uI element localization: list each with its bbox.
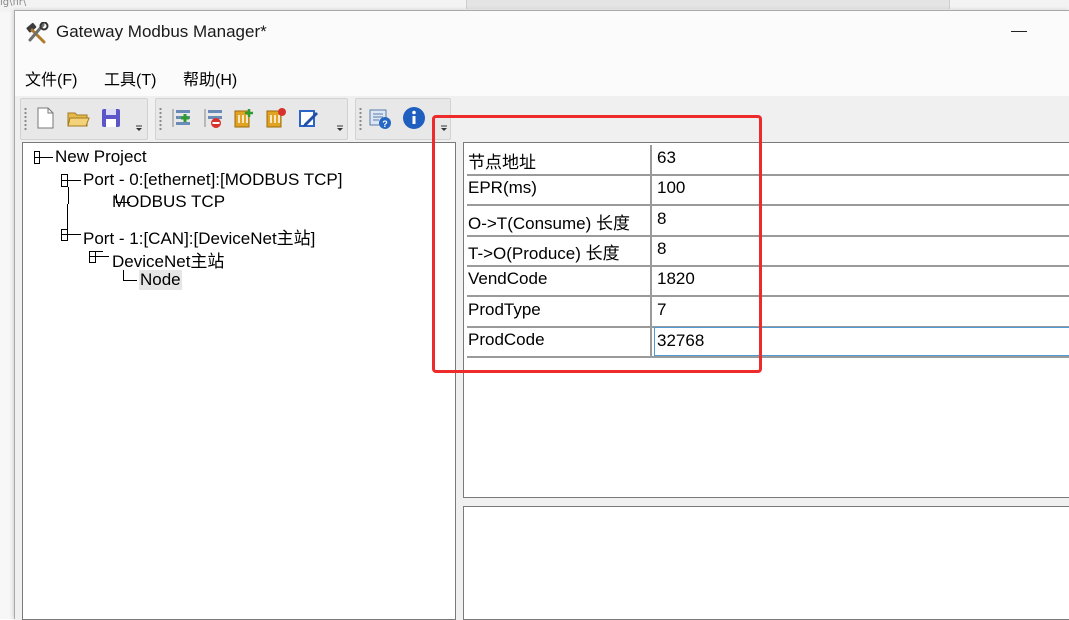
add-device-icon [234, 109, 253, 128]
toolbar-overflow-icon[interactable] [335, 123, 345, 133]
toolbar-grip[interactable] [159, 107, 162, 131]
window-title: Gateway Modbus Manager* [56, 22, 267, 41]
svg-text:?: ? [382, 119, 388, 129]
tree-connector [34, 163, 40, 164]
help-button[interactable]: ? [367, 105, 393, 131]
add-device-button[interactable] [231, 105, 257, 131]
info-button[interactable] [401, 105, 427, 131]
menu-help[interactable]: 帮助(H) [183, 66, 237, 90]
edit-icon [299, 110, 318, 127]
tree-connector [34, 157, 53, 158]
remove-device-button[interactable] [263, 105, 289, 131]
menu-bar: 文件(F) 工具(T) 帮助(H) [15, 54, 1069, 96]
tree-node-node[interactable]: Node [139, 270, 182, 290]
tree-node-devicenet-master[interactable]: DeviceNet主站 [112, 247, 224, 272]
project-tree: New Project Port - 0:[ethernet]:[MODBUS … [22, 142, 456, 620]
tree-connector [67, 174, 68, 186]
tree-connector [89, 256, 109, 257]
tree-connector [89, 251, 103, 252]
tree-connector [61, 240, 68, 241]
open-folder-button[interactable] [65, 105, 91, 131]
add-port-button[interactable] [167, 105, 193, 131]
toolbar-grip[interactable] [359, 107, 362, 131]
tree-connector [67, 204, 68, 230]
background-window-text: ig\fir\ [0, 0, 27, 8]
add-port-icon [172, 109, 190, 127]
highlight-box [432, 115, 762, 373]
tree-connector [68, 187, 69, 204]
tree-node-port-1[interactable]: Port - 1:[CAN]:[DeviceNet主站] [83, 224, 315, 249]
menu-tools[interactable]: 工具(T) [104, 66, 156, 90]
tree-connector [67, 229, 68, 240]
title-bar[interactable]: Gateway Modbus Manager* [15, 11, 1069, 54]
tree-connector [61, 180, 81, 181]
minimize-icon [1011, 31, 1027, 32]
open-folder-icon [67, 112, 90, 127]
toolbar-grip[interactable] [24, 107, 27, 131]
menu-file[interactable]: 文件(F) [25, 66, 77, 90]
new-file-button[interactable] [32, 105, 58, 131]
tree-node-project[interactable]: New Project [55, 147, 147, 167]
toolbar-overflow-icon[interactable] [134, 123, 144, 133]
background-left-edge [0, 12, 14, 619]
tree-connector [123, 280, 137, 281]
tree-connector [89, 262, 96, 263]
remove-device-icon [266, 108, 286, 128]
tree-connector [61, 234, 81, 235]
toolbar-file-group [20, 98, 148, 140]
remove-port-icon [204, 109, 222, 128]
new-file-icon [37, 107, 54, 129]
tree-node-port-0[interactable]: Port - 0:[ethernet]:[MODBUS TCP] [83, 170, 343, 190]
description-panel [463, 506, 1069, 620]
tree-node-modbus-tcp[interactable]: MODBUS TCP [112, 192, 225, 212]
edit-button[interactable] [295, 105, 321, 131]
minimize-button[interactable] [1009, 19, 1033, 43]
remove-port-button[interactable] [199, 105, 225, 131]
save-button[interactable] [98, 105, 124, 131]
tree-connector [39, 151, 40, 157]
toolbar-edit-group [155, 98, 348, 140]
save-icon [102, 109, 120, 127]
tools-icon [25, 21, 49, 44]
background-window-bar [466, 0, 950, 9]
info-icon [403, 107, 425, 129]
help-icon: ? [369, 109, 391, 129]
tree-connector [61, 186, 68, 187]
